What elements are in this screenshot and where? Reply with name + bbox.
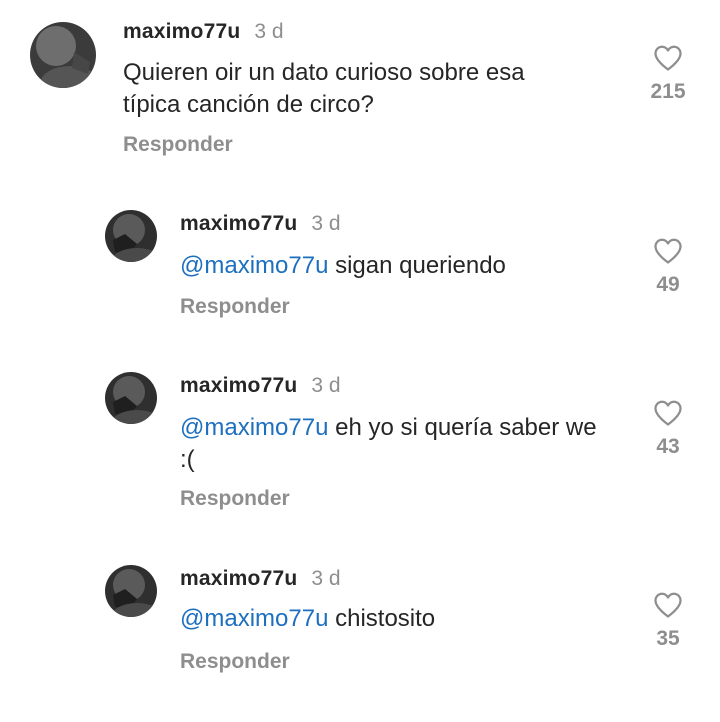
heart-icon[interactable] xyxy=(653,591,683,619)
like-count: 35 xyxy=(656,627,680,650)
comment-body: chistosito xyxy=(335,605,436,632)
username[interactable]: maximo77u xyxy=(180,212,297,235)
comment-header: maximo77u 3 d xyxy=(180,373,341,399)
timestamp: 3 d xyxy=(311,212,341,235)
avatar[interactable] xyxy=(105,372,157,424)
avatar-photo xyxy=(105,565,157,617)
avatar[interactable] xyxy=(30,22,96,88)
avatar[interactable] xyxy=(105,565,157,617)
comment: maximo77u 3 d Quieren oir un dato curioso… xyxy=(0,0,720,170)
reply-comment: maximo77u 3 d @maximo77u chistosito Respo… xyxy=(0,555,720,685)
like-control: 35 xyxy=(636,591,700,651)
comment-header: maximo77u 3 d xyxy=(123,19,284,45)
username[interactable]: maximo77u xyxy=(180,374,297,397)
comment-text: Quieren oir un dato curioso sobre esa tí… xyxy=(123,57,563,121)
like-control: 215 xyxy=(636,44,700,104)
timestamp: 3 d xyxy=(311,374,341,397)
comment-header: maximo77u 3 d xyxy=(180,566,341,592)
comment-header: maximo77u 3 d xyxy=(180,211,341,237)
comment-body: Quieren oir un dato curioso sobre esa tí… xyxy=(123,59,525,118)
heart-icon[interactable] xyxy=(653,399,683,427)
comments-thread: maximo77u 3 d Quieren oir un dato curioso… xyxy=(0,0,720,722)
mention-link[interactable]: @maximo77u xyxy=(180,605,328,632)
avatar-photo xyxy=(105,210,157,262)
avatar[interactable] xyxy=(105,210,157,262)
like-count: 43 xyxy=(656,435,680,458)
reply-button[interactable]: Responder xyxy=(180,294,290,320)
avatar-photo xyxy=(30,22,96,88)
heart-icon[interactable] xyxy=(653,44,683,72)
like-control: 49 xyxy=(636,237,700,297)
comment-text: @maximo77u chistosito xyxy=(180,603,600,635)
mention-link[interactable]: @maximo77u xyxy=(180,414,328,441)
mention-link[interactable]: @maximo77u xyxy=(180,252,328,279)
comment-text: @maximo77u sigan queriendo xyxy=(180,250,600,282)
username[interactable]: maximo77u xyxy=(123,20,240,43)
heart-icon[interactable] xyxy=(653,237,683,265)
like-control: 43 xyxy=(636,399,700,459)
reply-button[interactable]: Responder xyxy=(180,649,290,675)
reply-comment: maximo77u 3 d @maximo77u sigan queriendo … xyxy=(0,200,720,330)
reply-button[interactable]: Responder xyxy=(123,132,233,158)
like-count: 49 xyxy=(656,273,680,296)
timestamp: 3 d xyxy=(254,20,284,43)
username[interactable]: maximo77u xyxy=(180,567,297,590)
timestamp: 3 d xyxy=(311,567,341,590)
comment-text: @maximo77u eh yo si quería saber we :( xyxy=(180,412,600,476)
avatar-photo xyxy=(105,372,157,424)
reply-comment: maximo77u 3 d @maximo77u eh yo si quería … xyxy=(0,362,720,522)
like-count: 215 xyxy=(650,80,686,103)
reply-button[interactable]: Responder xyxy=(180,486,290,512)
comment-body: sigan queriendo xyxy=(335,252,506,279)
